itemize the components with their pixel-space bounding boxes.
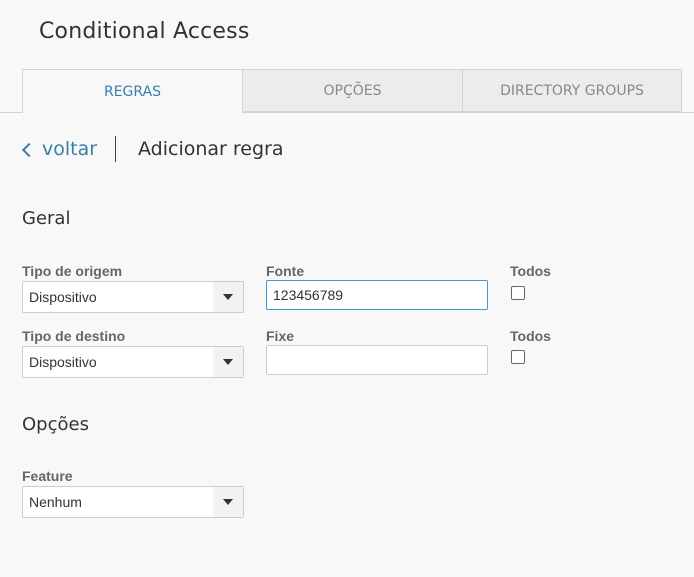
tab-bar: REGRAS OPÇÕES DIRECTORY GROUPS [0,69,694,113]
dest-all-label: Todos [510,328,551,344]
tab-regras[interactable]: REGRAS [22,69,243,113]
dest-input[interactable] [266,345,488,375]
page-title: Adicionar regra [138,138,284,160]
dest-all-checkbox[interactable] [511,350,525,364]
feature-label: Feature [22,468,73,484]
back-link[interactable]: voltar [21,138,98,160]
tab-directory-groups[interactable]: DIRECTORY GROUPS [462,69,682,112]
source-all-checkbox[interactable] [511,286,525,300]
app-title: Conditional Access [39,19,250,44]
dest-label: Fixe [266,328,295,344]
source-input[interactable] [266,280,488,310]
section-title-geral: Geral [22,208,71,229]
source-type-label: Tipo de origem [22,263,123,279]
source-type-value: Dispositivo [29,289,97,305]
dest-type-value: Dispositivo [29,354,97,370]
dest-type-select[interactable]: Dispositivo [22,346,244,378]
section-title-opcoes: Opções [22,414,89,435]
dest-type-dropdown-button[interactable] [213,347,243,377]
caret-down-icon [223,499,233,505]
source-label: Fonte [266,263,305,279]
feature-dropdown-button[interactable] [213,487,243,517]
caret-down-icon [223,294,233,300]
caret-down-icon [223,359,233,365]
chevron-left-icon [21,142,37,157]
feature-select[interactable]: Nenhum [22,486,244,518]
source-all-label: Todos [510,263,551,279]
tab-opcoes[interactable]: OPÇÕES [242,69,463,112]
feature-value: Nenhum [29,494,82,510]
dest-type-label: Tipo de destino [22,328,126,344]
back-label: voltar [42,138,98,160]
header-divider [115,136,116,162]
source-type-select[interactable]: Dispositivo [22,281,244,313]
source-type-dropdown-button[interactable] [213,282,243,312]
